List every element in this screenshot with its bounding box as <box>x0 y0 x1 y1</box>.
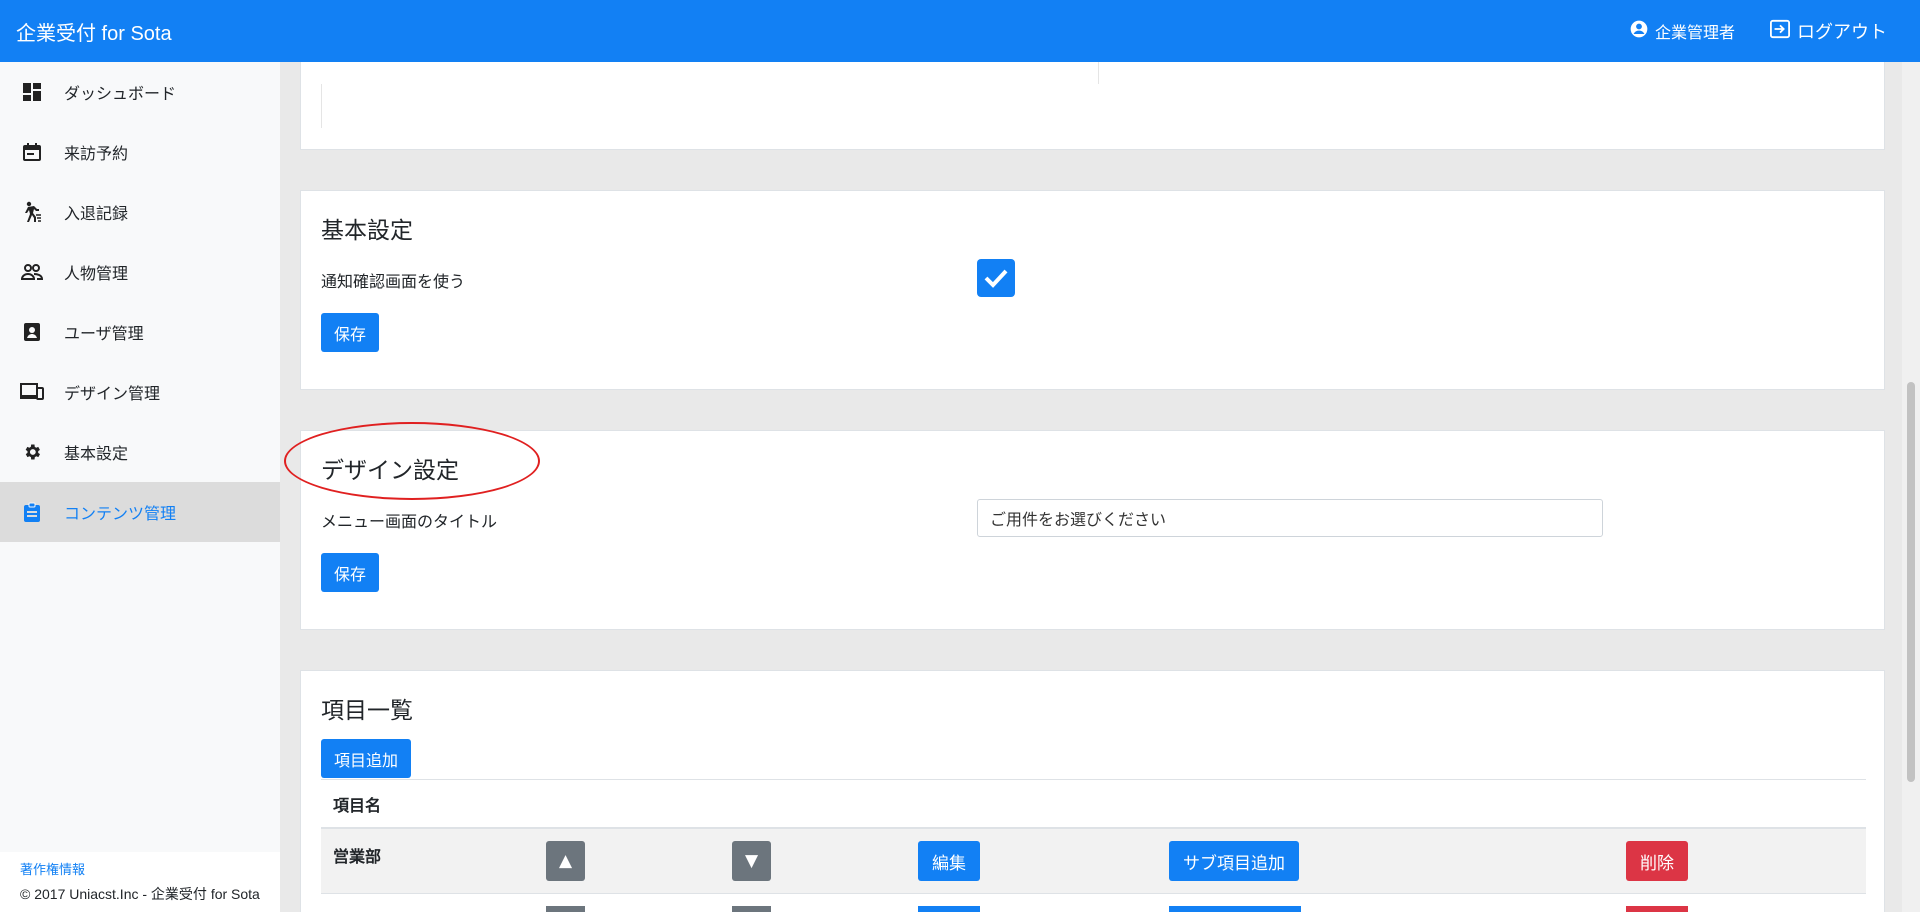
move-up-button[interactable]: ▲ <box>546 841 585 881</box>
scrollbar-thumb[interactable] <box>1907 382 1915 782</box>
sidebar-item-design[interactable]: デザイン管理 <box>0 362 280 422</box>
basic-settings-save-button[interactable]: 保存 <box>321 313 380 352</box>
logout-label: ログアウト <box>1797 22 1887 43</box>
user-label: 企業管理者 <box>1654 23 1735 42</box>
sidebar-item-label: デザイン管理 <box>64 384 161 403</box>
scrollbar[interactable] <box>1902 62 1920 912</box>
sidebar: ダッシュボード 来訪予約 入退記録 人物管理 ユーザ管理 デザイン管理 基本設定… <box>0 62 280 912</box>
items-list-card: 項目一覧 項目追加 項目名 営業部 ▲ ▼ 編集 サブ項目追加 削除 <box>300 670 1885 912</box>
menu-title-input[interactable] <box>977 499 1603 537</box>
divider <box>1098 62 1099 84</box>
check-icon <box>984 269 1008 288</box>
move-down-button[interactable] <box>732 906 771 912</box>
add-item-button[interactable]: 項目追加 <box>321 739 412 778</box>
table-row: 営業部 ▲ ▼ 編集 サブ項目追加 削除 <box>321 829 1866 894</box>
column-header-name: 項目名 <box>321 779 1866 829</box>
sidebar-item-label: 来訪予約 <box>64 144 129 163</box>
sidebar-item-entry-records[interactable]: 入退記録 <box>0 182 280 242</box>
item-name: 営業部 <box>333 847 382 866</box>
copyright-link[interactable]: 著作権情報 <box>20 859 260 878</box>
menu-title-label: メニュー画面のタイトル <box>321 512 498 531</box>
logout-button[interactable]: ログアウト <box>1769 18 1887 44</box>
calendar-icon <box>20 140 44 164</box>
delete-button[interactable]: 削除 <box>1626 841 1688 881</box>
sidebar-item-dashboard[interactable]: ダッシュボード <box>0 62 280 122</box>
walking-icon <box>20 200 44 224</box>
top-navbar: 企業受付 for Sota 企業管理者 ログアウト <box>0 0 1920 62</box>
sidebar-item-label: コンテンツ管理 <box>64 504 177 523</box>
copyright-text: © 2017 Uniacst.Inc - 企業受付 for Sota <box>20 886 260 902</box>
contact-icon <box>20 320 44 344</box>
divider <box>321 84 322 128</box>
user-menu[interactable]: 企業管理者 <box>1629 19 1735 43</box>
logout-icon <box>1769 19 1791 44</box>
basic-settings-card: 基本設定 通知確認画面を使う 保存 <box>300 190 1885 390</box>
previous-card <box>300 62 1885 150</box>
devices-icon <box>20 380 44 404</box>
sidebar-item-label: 基本設定 <box>64 444 129 463</box>
notify-confirm-label: 通知確認画面を使う <box>321 272 466 291</box>
move-down-button[interactable]: ▼ <box>732 841 771 881</box>
design-settings-save-button[interactable]: 保存 <box>321 553 380 592</box>
sidebar-item-reservations[interactable]: 来訪予約 <box>0 122 280 182</box>
sidebar-item-label: ダッシュボード <box>64 84 177 103</box>
items-list-title: 項目一覧 <box>321 698 413 724</box>
sidebar-item-label: ユーザ管理 <box>64 324 144 343</box>
table-row <box>321 894 1866 912</box>
sidebar-item-contents[interactable]: コンテンツ管理 <box>0 482 280 542</box>
clipboard-icon <box>20 500 44 524</box>
people-icon <box>20 260 44 284</box>
sidebar-item-people[interactable]: 人物管理 <box>0 242 280 302</box>
sidebar-item-users[interactable]: ユーザ管理 <box>0 302 280 362</box>
dashboard-icon <box>20 80 44 104</box>
basic-settings-title: 基本設定 <box>321 218 413 244</box>
gear-icon <box>20 440 44 464</box>
add-sub-item-button[interactable] <box>1169 906 1301 912</box>
sidebar-item-basic-settings[interactable]: 基本設定 <box>0 422 280 482</box>
sidebar-item-label: 人物管理 <box>64 264 129 283</box>
edit-button[interactable]: 編集 <box>918 841 980 881</box>
delete-button[interactable] <box>1626 906 1688 912</box>
items-table: 項目名 営業部 ▲ ▼ 編集 サブ項目追加 削除 <box>321 779 1866 912</box>
move-up-button[interactable] <box>546 906 585 912</box>
add-sub-item-button[interactable]: サブ項目追加 <box>1169 841 1299 881</box>
annotation-ellipse <box>284 422 540 500</box>
user-circle-icon <box>1629 19 1649 43</box>
notify-confirm-checkbox[interactable] <box>977 259 1015 297</box>
sidebar-item-label: 入退記録 <box>64 204 129 223</box>
edit-button[interactable] <box>918 906 980 912</box>
brand-title[interactable]: 企業受付 for Sota <box>16 17 172 46</box>
sidebar-footer: 著作権情報 © 2017 Uniacst.Inc - 企業受付 for Sota <box>20 859 260 904</box>
header-actions: 企業管理者 ログアウト <box>1629 0 1887 62</box>
